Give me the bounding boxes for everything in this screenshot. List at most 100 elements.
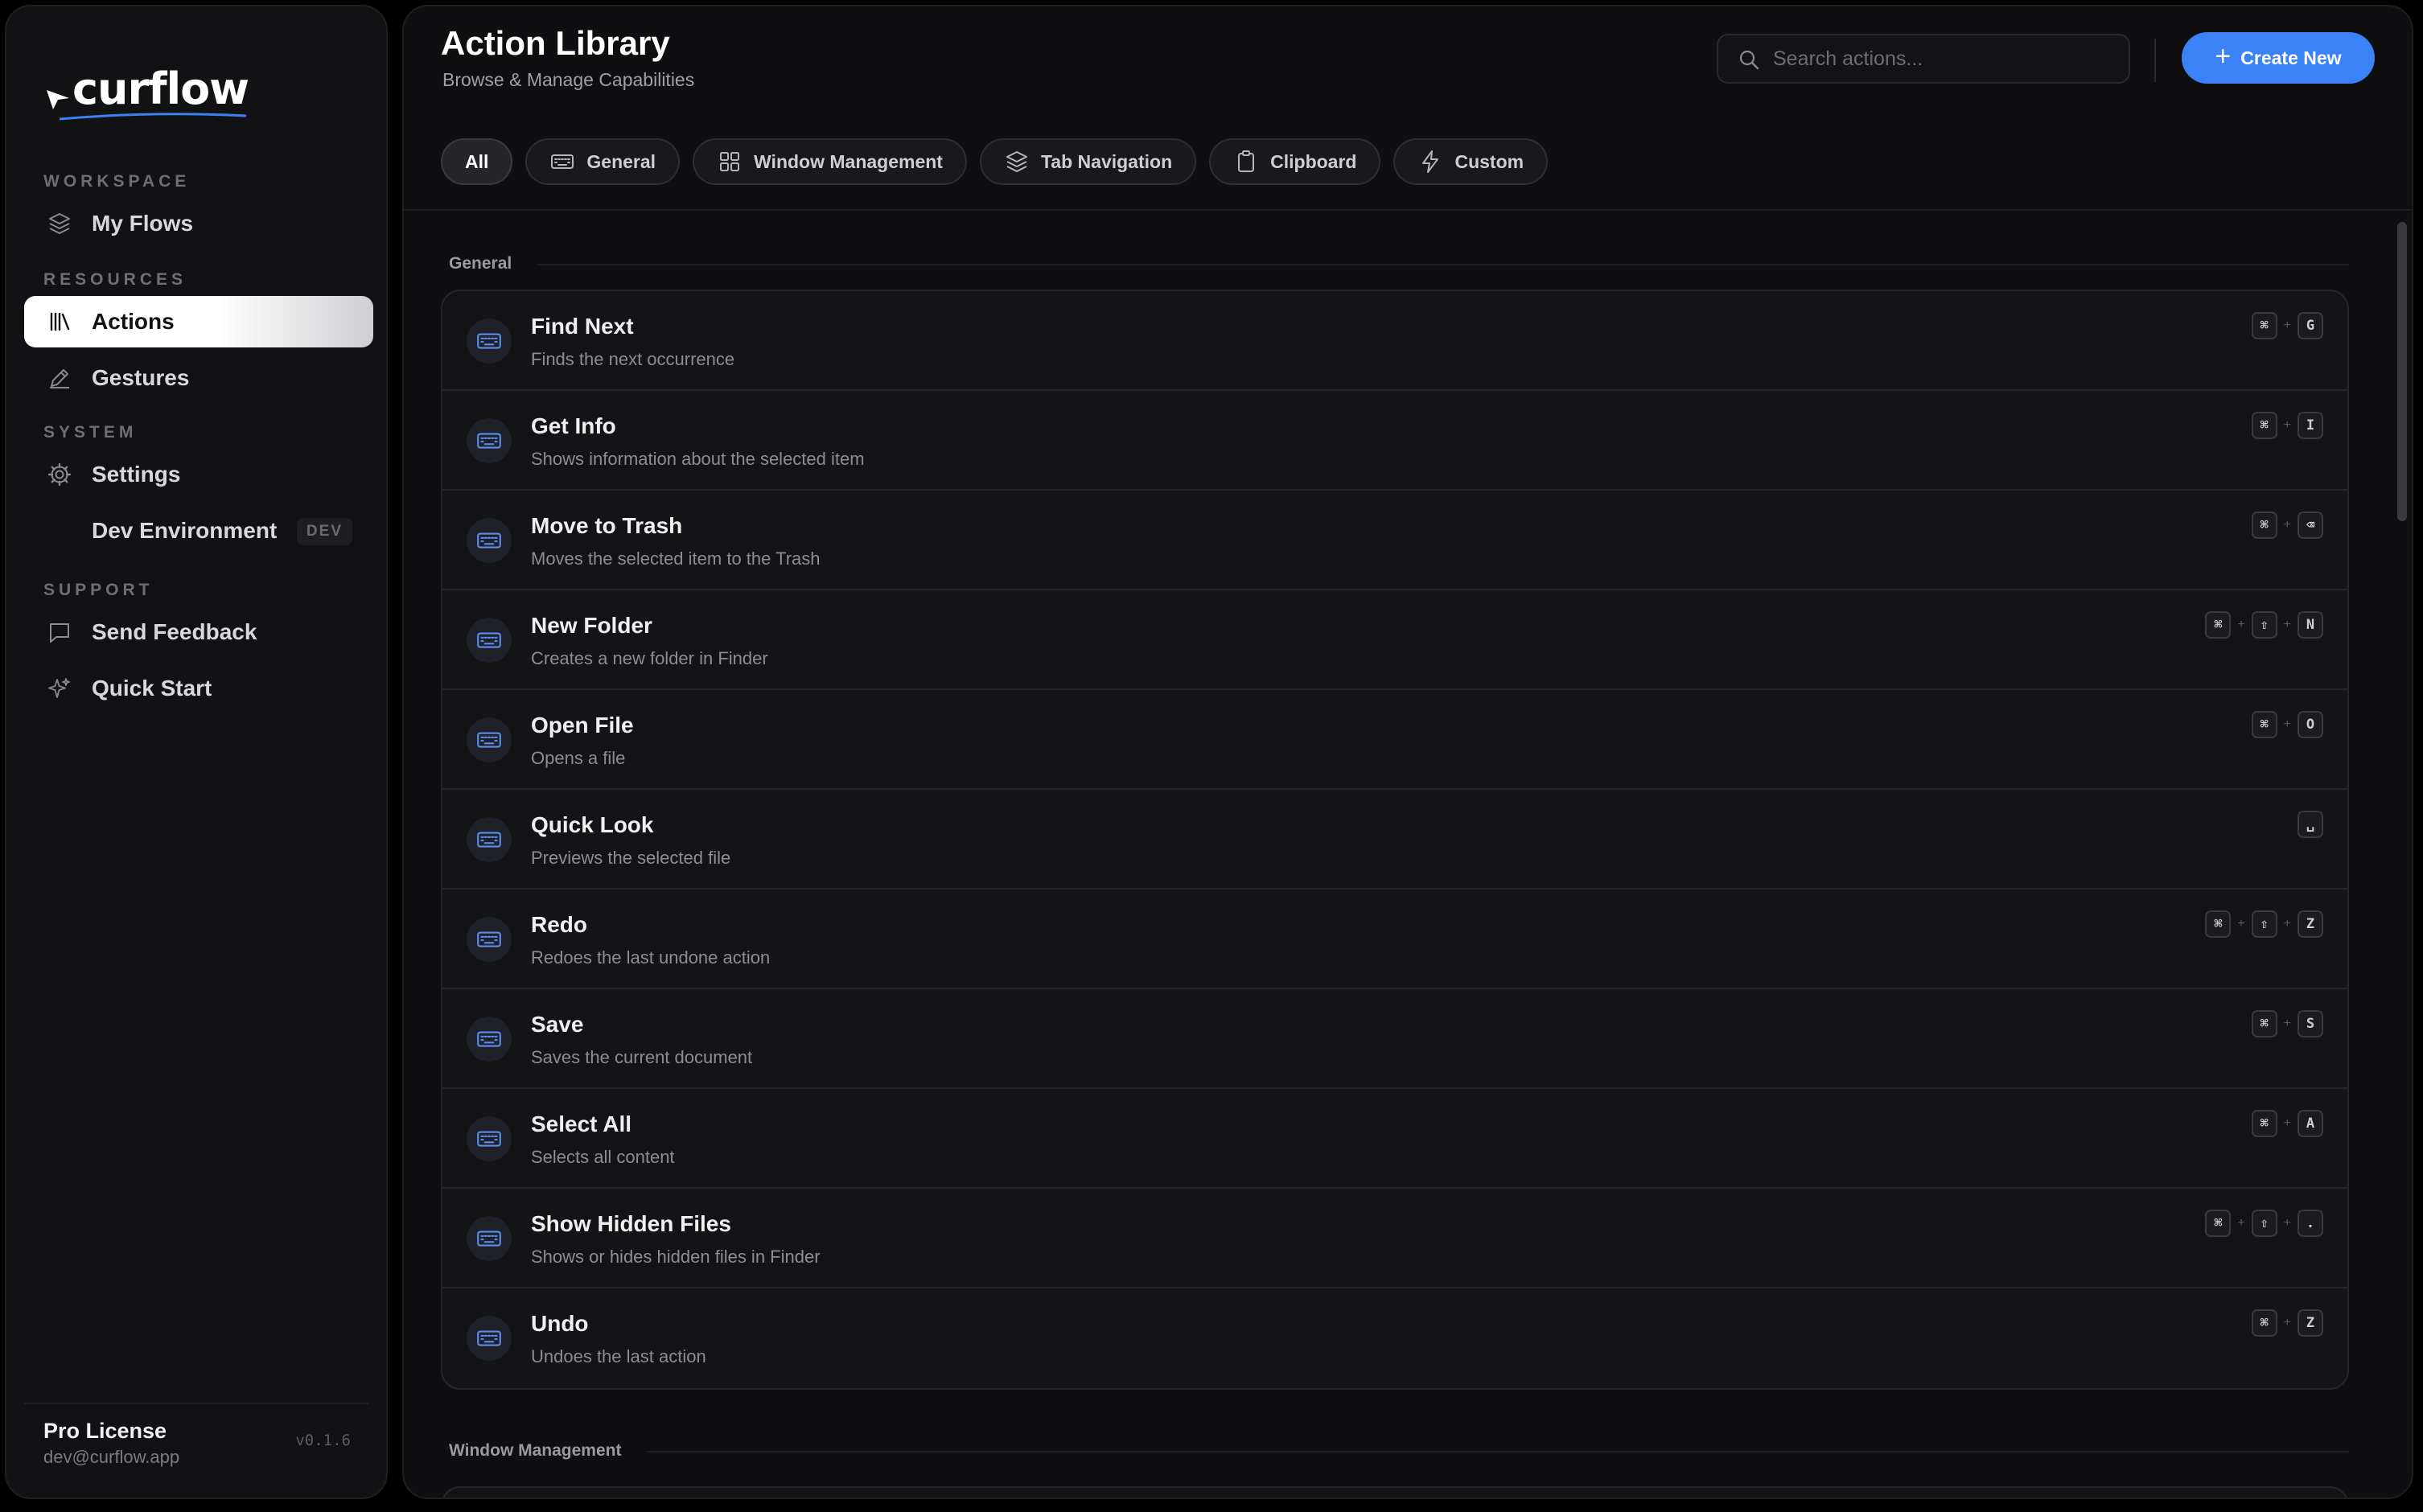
action-row[interactable]: Open File Opens a file ⌘ + O bbox=[442, 690, 2347, 790]
sidebar-item-label: Settings bbox=[92, 462, 181, 487]
action-row[interactable]: Move to Trash Moves the selected item to … bbox=[442, 491, 2347, 590]
clipboard-icon bbox=[1238, 150, 1255, 172]
sidebar-item-dev-environment[interactable]: Dev Environment DEV bbox=[24, 505, 373, 557]
keyboard-icon bbox=[477, 1131, 501, 1147]
sidebar-item-settings[interactable]: Settings bbox=[24, 449, 373, 500]
shortcut-key: A bbox=[2298, 1110, 2323, 1137]
action-row[interactable]: Undo Undoes the last action ⌘ + Z bbox=[442, 1288, 2347, 1388]
action-title: Move to Trash bbox=[531, 513, 683, 538]
action-row[interactable]: New Folder Creates a new folder in Finder… bbox=[442, 590, 2347, 690]
shortcut-key: ⌘ bbox=[2251, 1010, 2277, 1037]
action-description: Redoes the last undone action bbox=[531, 947, 771, 968]
key-separator: + bbox=[2283, 1017, 2291, 1030]
shortcut-key: ⇧ bbox=[2251, 611, 2277, 639]
license-title: Pro License bbox=[43, 1419, 167, 1443]
brand-name: curflow bbox=[72, 64, 249, 114]
keyboard-icon bbox=[477, 931, 501, 947]
keyboard-icon bbox=[477, 1330, 501, 1346]
library-icon bbox=[50, 312, 70, 331]
sidebar-item-send-feedback[interactable]: Send Feedback bbox=[24, 606, 373, 658]
key-separator: + bbox=[2283, 917, 2291, 931]
key-separator: + bbox=[2283, 1116, 2291, 1130]
keyboard-icon bbox=[477, 832, 501, 848]
action-description: Shows information about the selected ite… bbox=[531, 449, 865, 469]
license-info[interactable]: Pro License dev@curflow.app bbox=[43, 1419, 179, 1468]
action-title: Redo bbox=[531, 912, 587, 937]
shortcut-key: I bbox=[2298, 412, 2323, 439]
account-email: dev@curflow.app bbox=[43, 1447, 180, 1467]
tab-label: All bbox=[465, 150, 489, 172]
action-row[interactable]: Save Saves the current document ⌘ + S bbox=[442, 989, 2347, 1089]
tab-tab-navigation[interactable]: Tab Navigation bbox=[979, 138, 1197, 185]
main-panel: Action Library Browse & Manage Capabilit… bbox=[402, 5, 2413, 1499]
action-description: Saves the current document bbox=[531, 1047, 753, 1067]
keyboard-shortcut: ⌘ + A bbox=[2251, 1110, 2323, 1137]
shortcut-key: . bbox=[2298, 1210, 2323, 1237]
message-square-icon bbox=[50, 623, 69, 643]
action-title: Quick Look bbox=[531, 812, 654, 837]
action-icon bbox=[467, 418, 512, 463]
keyboard-shortcut: ⌘ + ⇧ +. bbox=[2205, 1210, 2323, 1237]
app-window: curflow WORKSPACE My Flows RESOURCES Act… bbox=[0, 0, 2423, 1512]
lightning-icon bbox=[1422, 150, 1439, 173]
tab-clipboard[interactable]: Clipboard bbox=[1209, 138, 1381, 185]
sidebar-item-label: My Flows bbox=[92, 211, 194, 236]
action-icon bbox=[467, 1017, 512, 1062]
action-title: Select All bbox=[531, 1111, 632, 1136]
action-row[interactable]: Show Hidden Files Shows or hides hidden f… bbox=[442, 1189, 2347, 1288]
sidebar-item-my-flows[interactable]: My Flows bbox=[24, 198, 373, 249]
keyboard-icon bbox=[477, 732, 501, 748]
keyboard-shortcut: ⌘ + O bbox=[2251, 711, 2323, 738]
sidebar-item-gestures[interactable]: Gestures bbox=[24, 352, 373, 404]
action-row[interactable]: Select All Selects all content ⌘ + A bbox=[442, 1089, 2347, 1189]
tab-label: General bbox=[586, 150, 656, 172]
action-row[interactable]: Find Next Finds the next occurrence ⌘ + G bbox=[442, 291, 2347, 391]
create-new-button[interactable]: + Create New bbox=[2182, 32, 2375, 84]
shortcut-key: Z bbox=[2298, 910, 2323, 938]
key-separator: + bbox=[2237, 618, 2245, 631]
action-icon bbox=[467, 917, 512, 962]
create-new-label: Create New bbox=[2240, 47, 2342, 68]
search-icon bbox=[1739, 50, 1759, 70]
keyboard-shortcut: ⌘ + Z bbox=[2251, 1309, 2323, 1337]
tab-label: Tab Navigation bbox=[1040, 150, 1173, 172]
sidebar-item-label: Gestures bbox=[92, 365, 190, 390]
action-icon bbox=[467, 318, 512, 364]
action-icon bbox=[467, 817, 512, 862]
tab-window-management[interactable]: Window Management bbox=[693, 138, 967, 185]
keyboard-shortcut: ⌘ + ⇧ + Z bbox=[2205, 910, 2323, 938]
scrollbar[interactable] bbox=[2396, 217, 2409, 1496]
tab-all[interactable]: All bbox=[441, 138, 513, 185]
gear-icon bbox=[47, 462, 72, 487]
cursor-logo-icon bbox=[47, 90, 69, 109]
grid-icon bbox=[720, 152, 740, 171]
keyboard-icon bbox=[477, 433, 501, 449]
group-header-window-management: Window Management bbox=[449, 1441, 622, 1460]
sidebar-item-label: Actions bbox=[92, 309, 175, 334]
sidebar-item-quick-start[interactable]: Quick Start bbox=[24, 663, 373, 714]
logo-underline-icon bbox=[59, 113, 247, 121]
search-input[interactable] bbox=[1773, 47, 2111, 71]
keyboard-icon bbox=[477, 333, 501, 349]
key-separator: + bbox=[2283, 518, 2291, 532]
shortcut-key: ⇧ bbox=[2251, 1210, 2277, 1237]
shortcut-key: ⌫ bbox=[2298, 512, 2323, 539]
brand-logo[interactable]: curflow bbox=[43, 68, 249, 111]
tab-custom[interactable]: Custom bbox=[1393, 138, 1549, 185]
group-divider bbox=[537, 264, 2349, 265]
tab-general[interactable]: General bbox=[525, 138, 681, 185]
sidebar-item-label: Send Feedback bbox=[92, 619, 257, 644]
sidebar-item-actions[interactable]: Actions bbox=[24, 296, 373, 347]
layers-icon bbox=[49, 213, 70, 234]
shortcut-key: ␣ bbox=[2298, 811, 2323, 838]
plus-icon: + bbox=[2215, 41, 2232, 72]
search-box[interactable] bbox=[1717, 34, 2130, 84]
section-workspace: WORKSPACE bbox=[43, 172, 191, 191]
action-description: Moves the selected item to the Trash bbox=[531, 549, 821, 569]
action-row[interactable]: Quick Look Previews the selected file ␣ bbox=[442, 790, 2347, 890]
action-title: Open File bbox=[531, 713, 634, 738]
scrollbar-thumb[interactable] bbox=[2397, 222, 2407, 521]
action-row[interactable]: Get Info Shows information about the sele… bbox=[442, 391, 2347, 491]
action-row[interactable]: Redo Redoes the last undone action ⌘ + ⇧ + Z bbox=[442, 890, 2347, 989]
shortcut-key: ⌘ bbox=[2205, 910, 2232, 938]
